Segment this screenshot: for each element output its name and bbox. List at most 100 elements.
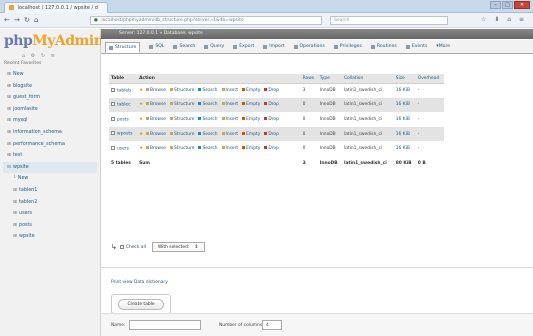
tab-import[interactable]: Import: [263, 44, 285, 49]
table-name-cell[interactable]: posts: [109, 112, 138, 128]
table-name-cell[interactable]: tablec: [109, 97, 138, 113]
browse-action[interactable]: Browse: [146, 102, 166, 107]
home-icon[interactable]: ⌂: [34, 16, 38, 24]
tab-structure[interactable]: Structure: [105, 42, 141, 53]
structure-action[interactable]: Structure: [170, 102, 194, 107]
expand-icon[interactable]: ⊞: [13, 211, 17, 216]
col-overhead[interactable]: Overhead: [415, 74, 444, 84]
col-rows[interactable]: Rows: [300, 74, 318, 84]
collapse-icon[interactable]: ⊟: [7, 165, 11, 170]
favorite-star-icon[interactable]: ★: [139, 117, 143, 122]
row-checkbox[interactable]: [111, 102, 115, 107]
tab-sql[interactable]: SQL: [149, 44, 164, 49]
table-name[interactable]: tableb: [117, 88, 131, 93]
columns-input[interactable]: 4: [262, 320, 282, 330]
db-item[interactable]: ⊞ joomlasite: [3, 104, 97, 116]
tab-export[interactable]: Export: [233, 44, 254, 49]
server-breadcrumb[interactable]: Server: 127.0.0.1 » Database: wpsite: [101, 29, 533, 39]
drop-action[interactable]: Drop: [264, 132, 279, 137]
table-item[interactable]: ⊞ tablen2: [3, 197, 97, 209]
empty-action[interactable]: Empty: [242, 146, 260, 151]
structure-action[interactable]: Structure: [170, 132, 194, 137]
browse-action[interactable]: Browse: [146, 146, 166, 151]
favorite-star-icon[interactable]: ★: [139, 146, 143, 151]
insert-action[interactable]: Insert: [222, 146, 239, 151]
favorite-star-icon[interactable]: ★: [139, 132, 143, 137]
browser-search-input[interactable]: Search: [330, 16, 448, 25]
table-row[interactable]: posts ★ Browse Structure Search Insert Empty Dr…: [109, 112, 444, 128]
empty-action[interactable]: Empty: [242, 132, 260, 137]
browse-action[interactable]: Browse: [146, 132, 166, 137]
col-table[interactable]: Table: [109, 74, 138, 84]
row-checkbox[interactable]: [111, 145, 115, 150]
table-item[interactable]: └ New: [3, 173, 97, 185]
phpmyadmin-logo[interactable]: phpMyAdmin: [4, 33, 104, 49]
tab-search[interactable]: Search: [173, 44, 195, 49]
forward-icon[interactable]: →: [14, 16, 20, 24]
search-action[interactable]: Search: [198, 88, 217, 93]
tab-operations[interactable]: Operations: [293, 44, 325, 49]
table-name[interactable]: wposts: [117, 132, 132, 137]
maximize-icon[interactable]: □: [502, 1, 513, 9]
sidebar-icons[interactable]: ⌂ ⚙ ↻ ≡: [22, 53, 57, 59]
db-item[interactable]: ⊞ blogsite: [3, 81, 97, 93]
expand-icon[interactable]: ⊞: [7, 107, 11, 112]
tab-routines[interactable]: Routines: [370, 44, 397, 49]
print-links[interactable]: Print view Data dictionary: [111, 280, 168, 285]
db-item[interactable]: ⊞ guest_form: [3, 92, 97, 104]
table-name[interactable]: tablec: [117, 103, 131, 108]
drop-action[interactable]: Drop: [264, 117, 279, 122]
expand-icon[interactable]: ⊞: [7, 153, 11, 158]
db-item[interactable]: ⊞ information_schema: [3, 127, 97, 139]
table-name-cell[interactable]: wposts: [109, 126, 138, 142]
insert-action[interactable]: Insert: [222, 132, 239, 137]
address-bar[interactable]: ● localhost/phpmyadmin/db_structure.php?…: [90, 16, 322, 25]
row-checkbox[interactable]: [111, 131, 115, 136]
tab-more[interactable]: ▾ More: [436, 44, 450, 49]
row-checkbox[interactable]: [111, 87, 115, 92]
reload-icon[interactable]: ↻: [24, 16, 30, 24]
check-all-label[interactable]: Check all: [126, 245, 146, 250]
browse-action[interactable]: Browse: [146, 117, 166, 122]
search-action[interactable]: Search: [198, 117, 217, 122]
table-row[interactable]: wposts ★ Browse Structure Search Insert Empty D…: [109, 126, 444, 142]
table-row[interactable]: tableb ★ Browse Structure Search Insert Empty D…: [109, 83, 444, 99]
db-item[interactable]: ⊞ performance_schema: [3, 139, 97, 151]
favorite-star-icon[interactable]: ★: [139, 88, 143, 93]
table-name[interactable]: posts: [117, 117, 129, 122]
browser-tab[interactable]: localhost / 127.0.0.1 / wpsite / d: [4, 2, 108, 13]
tab-query[interactable]: Query: [204, 44, 224, 49]
minimize-icon[interactable]: –: [490, 1, 501, 9]
expand-icon[interactable]: ⊞: [13, 188, 17, 193]
drop-action[interactable]: Drop: [264, 102, 279, 107]
structure-action[interactable]: Structure: [170, 146, 194, 151]
col-type[interactable]: Type: [317, 74, 342, 84]
with-selected-select[interactable]: With selected: ⇕: [151, 242, 205, 252]
expand-icon[interactable]: ⊞: [7, 95, 11, 100]
db-item-selected[interactable]: ⊟ wpsite: [3, 161, 97, 174]
favorite-star-icon[interactable]: ★: [139, 102, 143, 107]
table-row[interactable]: tablec ★ Browse Structure Search Insert Empty D…: [109, 97, 444, 113]
expand-icon[interactable]: ⊞: [7, 72, 11, 77]
structure-action[interactable]: Structure: [170, 88, 194, 93]
table-name-cell[interactable]: users: [109, 141, 138, 157]
back-icon[interactable]: ←: [4, 16, 10, 24]
table-item[interactable]: ⊞ wpsite: [3, 231, 97, 243]
table-item[interactable]: ⊞ users: [3, 208, 97, 220]
expand-icon[interactable]: ⊞: [7, 142, 11, 147]
expand-icon[interactable]: ⊞: [13, 200, 17, 205]
insert-action[interactable]: Insert: [222, 117, 239, 122]
table-name-input[interactable]: [129, 320, 201, 330]
search-action[interactable]: Search: [198, 146, 217, 151]
col-size[interactable]: Size: [393, 74, 416, 84]
structure-action[interactable]: Structure: [170, 117, 194, 122]
browse-action[interactable]: Browse: [146, 88, 166, 93]
expand-icon[interactable]: ⊞: [7, 118, 11, 123]
empty-action[interactable]: Empty: [242, 117, 260, 122]
db-item[interactable]: ⊞ test: [3, 150, 97, 162]
table-item[interactable]: ⊞ tablen1: [3, 185, 97, 197]
expand-icon[interactable]: ⊞: [13, 234, 17, 239]
expand-icon[interactable]: ⊞: [7, 130, 11, 135]
insert-action[interactable]: Insert: [222, 88, 239, 93]
insert-action[interactable]: Insert: [222, 102, 239, 107]
